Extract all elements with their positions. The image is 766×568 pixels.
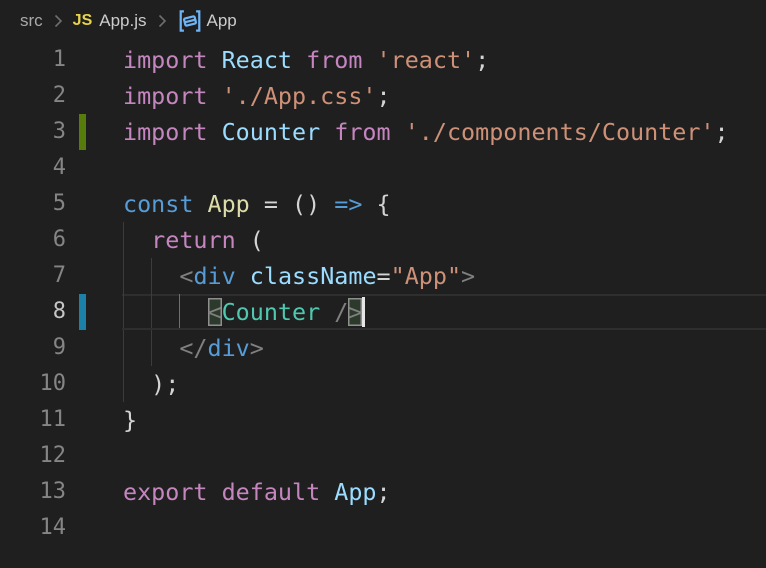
line-number[interactable]: 1 <box>0 42 66 78</box>
line-number[interactable]: 5 <box>0 186 66 222</box>
code-text: export default App; <box>123 478 391 506</box>
line-number[interactable]: 11 <box>0 402 67 438</box>
code-line[interactable]: 8 <Counter /> <box>0 294 766 330</box>
code-line[interactable]: 1 import React from 'react'; <box>0 42 766 78</box>
code-line[interactable]: 5 const App = () => { <box>0 186 766 222</box>
line-number[interactable]: 7 <box>0 258 66 294</box>
line-number[interactable]: 14 <box>0 510 67 546</box>
code-line[interactable]: 4 <box>0 150 766 186</box>
line-number[interactable]: 9 <box>0 330 66 366</box>
code-line[interactable]: 2 import './App.css'; <box>0 78 766 114</box>
code-text: ); <box>151 370 180 398</box>
code-line[interactable]: 12 <box>0 438 766 474</box>
code-line[interactable]: 11} <box>0 402 766 438</box>
code-line[interactable]: 7 <div className="App"> <box>0 258 766 294</box>
bracket-match-highlight: < <box>207 298 222 326</box>
code-text: <div className="App"> <box>179 262 476 290</box>
chevron-right-icon <box>156 13 168 29</box>
code-text: </div> <box>179 334 264 362</box>
code-text: <Counter /> <box>207 298 363 326</box>
module-symbol-icon <box>177 9 203 33</box>
git-added-indicator[interactable] <box>79 114 86 150</box>
code-line[interactable]: 10 ); <box>0 366 766 402</box>
line-number[interactable]: 10 <box>0 366 67 402</box>
line-number[interactable]: 4 <box>0 150 66 186</box>
text-cursor <box>362 297 366 327</box>
line-number[interactable]: 13 <box>0 474 67 510</box>
code-editor[interactable]: 1 import React from 'react'; 2 import './Ap… <box>0 42 766 546</box>
code-text: import React from 'react'; <box>123 46 490 74</box>
breadcrumb-item-symbol[interactable]: App <box>207 11 237 31</box>
line-number[interactable]: 12 <box>0 438 67 474</box>
code-line[interactable]: 13 export default App; <box>0 474 766 510</box>
code-line[interactable]: 9 </div> <box>0 330 766 366</box>
line-number[interactable]: 8 <box>0 294 66 330</box>
code-text: const App = () => { <box>123 190 391 218</box>
breadcrumb-item-src[interactable]: src <box>20 11 43 31</box>
code-line[interactable]: 6 return ( <box>0 222 766 258</box>
code-text: return ( <box>151 226 264 254</box>
code-text: import './App.css'; <box>123 82 391 110</box>
line-number[interactable]: 3 <box>0 114 66 150</box>
bracket-match-highlight: > <box>348 298 363 326</box>
javascript-file-icon: JS <box>72 12 93 29</box>
code-line[interactable]: 14 <box>0 510 766 546</box>
code-line[interactable]: 3 import Counter from './components/Count… <box>0 114 766 150</box>
git-modified-indicator[interactable] <box>79 294 86 330</box>
code-text: import Counter from './components/Counte… <box>123 118 729 146</box>
breadcrumb: src JS App.js App <box>0 0 766 42</box>
line-number[interactable]: 6 <box>0 222 66 258</box>
code-text: } <box>123 406 138 434</box>
breadcrumb-item-file[interactable]: App.js <box>99 11 146 31</box>
line-number[interactable]: 2 <box>0 78 66 114</box>
chevron-right-icon <box>52 13 64 29</box>
